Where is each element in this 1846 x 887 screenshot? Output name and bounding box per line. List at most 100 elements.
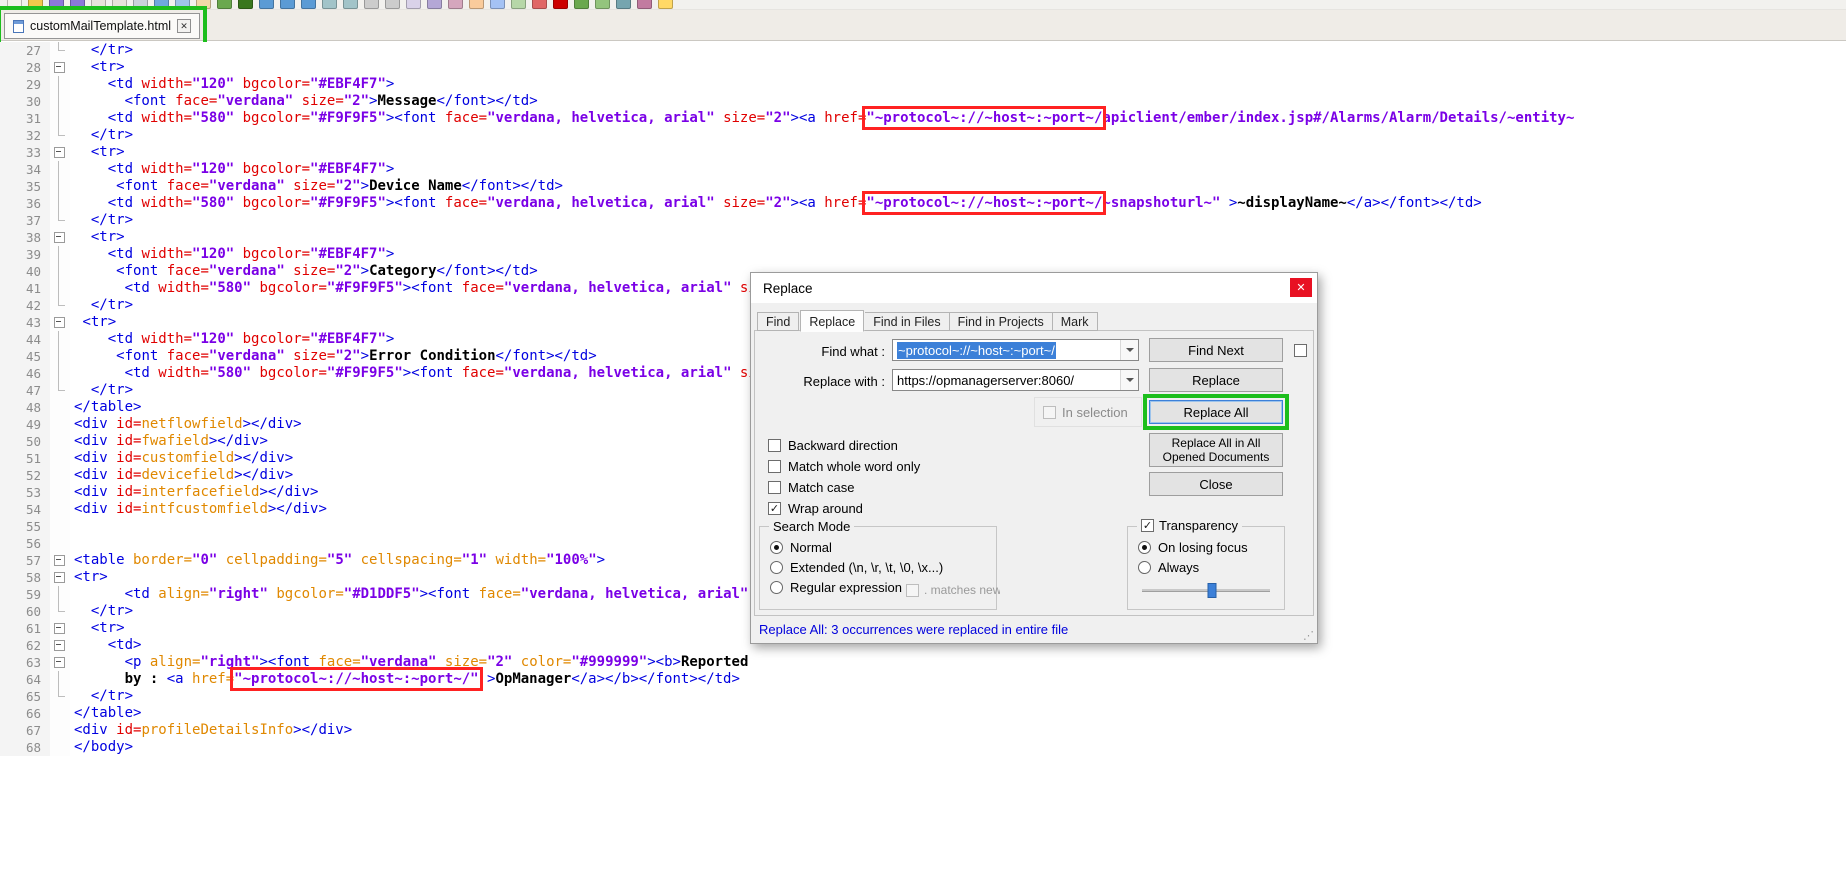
dialog-close-button[interactable]: ✕ [1290,278,1312,297]
code-token: size= [284,263,336,279]
find-icon[interactable] [259,0,274,9]
save-icon[interactable] [49,0,64,9]
replace-icon[interactable] [280,0,295,9]
macro-toggle-icon[interactable] [637,0,652,9]
fold-marker[interactable] [50,569,70,586]
code-line[interactable]: 36 <td width="580" bgcolor="#F9F9F5"><fo… [0,191,1846,215]
tab-close-icon[interactable]: ✕ [177,19,192,33]
code-line[interactable]: 67 <div id=profileDetailsInfo></div> [0,722,1846,739]
fold-marker[interactable] [50,314,70,331]
code-line[interactable]: 33 <tr> [0,144,1846,161]
undo-icon[interactable] [217,0,232,9]
radio-extended-n-r-t-0-x[interactable]: Extended (\n, \r, \t, \0, \x...) [770,557,943,577]
code-line[interactable]: 37 </tr> [0,212,1846,229]
document-map-icon[interactable] [490,0,505,9]
word-wrap-icon[interactable] [406,0,421,9]
record-macro-icon[interactable] [532,0,547,9]
close-doc-icon[interactable] [91,0,106,9]
run-macro-multiple-icon[interactable] [616,0,631,9]
radio-always[interactable]: Always [1138,557,1248,577]
code-token: bgcolor= [251,365,327,381]
fold-marker[interactable] [50,229,70,246]
replace-with-combobox[interactable]: https://opmanagerserver:8060/ [892,369,1139,391]
find-in-files-icon[interactable] [301,0,316,9]
code-line[interactable]: 29 <td width="120" bgcolor="#EBF4F7"> [0,76,1846,93]
transparency-toggle[interactable]: ✓ Transparency [1137,518,1242,533]
fold-marker[interactable] [50,552,70,569]
code-line[interactable]: 34 <td width="120" bgcolor="#EBF4F7"> [0,161,1846,178]
code-line[interactable]: 28 <tr> [0,59,1846,76]
fold-marker[interactable] [50,59,70,76]
code-line[interactable]: 38 <tr> [0,229,1846,246]
resize-grip-icon[interactable]: ⋰ [1303,629,1314,642]
find-what-combobox[interactable]: ~protocol~://~host~:~port~/ [892,339,1139,361]
line-number: 47 [0,382,50,399]
code-line[interactable]: 32 </tr> [0,127,1846,144]
dialog-tab-find-in-files[interactable]: Find in Files [865,312,950,331]
code-line[interactable]: 63 <p align="right"><font face="verdana"… [0,654,1846,671]
dialog-titlebar[interactable]: Replace [751,273,1317,303]
two-button-mode-checkbox[interactable] [1294,344,1307,357]
code-line[interactable]: 31 <td width="580" bgcolor="#F9F9F5"><fo… [0,106,1846,130]
code-line[interactable]: 27 </tr> [0,42,1846,59]
zoom-out-icon[interactable] [343,0,358,9]
replace-all-open-docs-button[interactable]: Replace All in All Opened Documents [1149,433,1283,467]
close-button[interactable]: Close [1149,472,1283,496]
transparency-slider[interactable] [1142,583,1270,598]
radio-on-losing-focus[interactable]: On losing focus [1138,537,1248,557]
dropdown-arrow-icon[interactable] [1120,340,1138,360]
paste-icon[interactable] [196,0,211,9]
transparency-checkbox[interactable]: ✓ [1141,519,1154,532]
code-token: "verdana" [208,263,285,279]
copy-icon[interactable] [175,0,190,9]
code-line[interactable]: 35 <font face="verdana" size="2">Device … [0,178,1846,195]
find-next-button[interactable]: Find Next [1149,338,1283,362]
file-monitoring-icon[interactable] [658,0,673,9]
sync-horizontal-icon[interactable] [385,0,400,9]
code-line[interactable]: 30 <font face="verdana" size="2">Message… [0,93,1846,110]
notepadpp-window: { "window": { "tab": { "title": "customM… [0,0,1846,887]
redo-icon[interactable] [238,0,253,9]
tab-custommailtemplate[interactable]: customMailTemplate.html ✕ [0,6,208,46]
dialog-tab-find-in-projects[interactable]: Find in Projects [949,312,1053,331]
checkbox-box: ✓ [768,502,781,515]
close-all-icon[interactable] [112,0,127,9]
code-line[interactable]: 66 </table> [0,705,1846,722]
radio-normal[interactable]: Normal [770,537,943,557]
dropdown-arrow-icon[interactable] [1120,370,1138,390]
indent-guide-icon[interactable] [448,0,463,9]
save-all-icon[interactable] [70,0,85,9]
print-icon[interactable] [133,0,148,9]
fold-marker[interactable] [50,144,70,161]
code-line[interactable]: 39 <td width="120" bgcolor="#EBF4F7"> [0,246,1846,263]
dialog-tab-mark[interactable]: Mark [1052,312,1098,331]
fold-marker[interactable] [50,637,70,654]
open-folder-icon[interactable] [28,0,43,9]
cut-icon[interactable] [154,0,169,9]
option-wrap-around[interactable]: ✓ Wrap around [768,498,920,519]
option-match-case[interactable]: Match case [768,477,920,498]
new-file-icon[interactable] [7,0,22,9]
show-all-characters-icon[interactable] [427,0,442,9]
code-line[interactable]: 68 </body> [0,739,1846,756]
stop-macro-icon[interactable] [553,0,568,9]
annotation-highlight: "~protocol~://~host~:~port~/ [862,191,1107,215]
fold-marker[interactable] [50,654,70,671]
sync-vertical-icon[interactable] [364,0,379,9]
code-line[interactable]: 64 by : <a href="~protocol~://~host~:~po… [0,667,1846,691]
code-token: "2" [335,263,361,279]
fold-marker[interactable] [50,620,70,637]
function-list-icon[interactable] [469,0,484,9]
option-match-whole-word-only[interactable]: Match whole word only [768,456,920,477]
slider-thumb[interactable] [1207,583,1217,598]
document-list-icon[interactable] [511,0,526,9]
zoom-in-icon[interactable] [322,0,337,9]
code-line[interactable]: 65 </tr> [0,688,1846,705]
dialog-tab-replace[interactable]: Replace [800,310,865,332]
save-macro-icon[interactable] [595,0,610,9]
dialog-tab-find[interactable]: Find [757,312,800,331]
replace-button[interactable]: Replace [1149,368,1283,392]
play-macro-icon[interactable] [574,0,589,9]
replace-all-button[interactable]: Replace All [1143,394,1289,430]
option-backward-direction[interactable]: Backward direction [768,435,920,456]
